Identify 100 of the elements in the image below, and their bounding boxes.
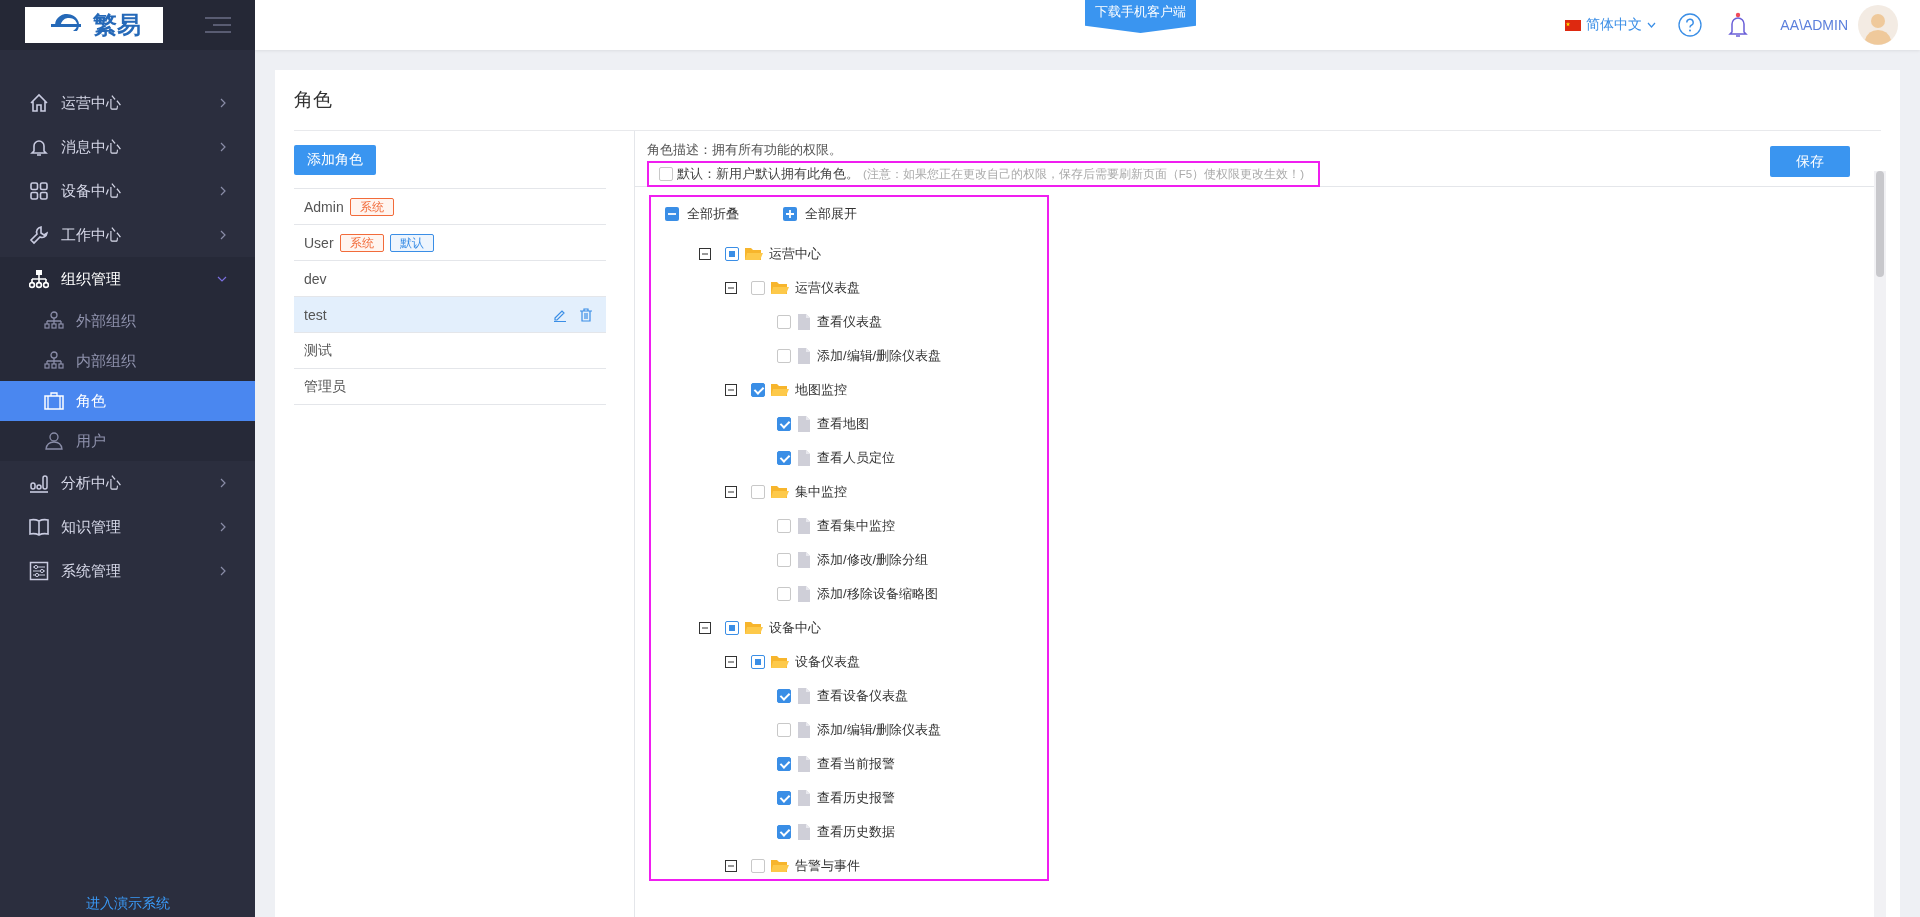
collapse-toggle-icon[interactable] <box>725 282 737 294</box>
tree-node-label[interactable]: 设备中心 <box>769 619 821 637</box>
checkbox[interactable] <box>777 723 791 737</box>
checkbox[interactable] <box>725 621 739 635</box>
tree-node[interactable]: 查看设备仪表盘 <box>651 679 1047 713</box>
folder-icon <box>771 280 789 296</box>
checkbox[interactable] <box>751 485 765 499</box>
checkbox[interactable] <box>777 417 791 431</box>
tree-node-label[interactable]: 集中监控 <box>795 483 847 501</box>
tree-node[interactable]: 设备中心 <box>651 611 1047 645</box>
tree-node-label[interactable]: 查看历史数据 <box>817 823 895 841</box>
tree-node[interactable]: 查看地图 <box>651 407 1047 441</box>
tree-node-label[interactable]: 查看人员定位 <box>817 449 895 467</box>
collapse-all-button[interactable]: 全部折叠 <box>665 206 739 222</box>
tree-node[interactable]: 查看历史数据 <box>651 815 1047 849</box>
scrollbar[interactable] <box>1874 171 1886 917</box>
tree-node[interactable]: 查看仪表盘 <box>651 305 1047 339</box>
checkbox[interactable] <box>751 655 765 669</box>
tree-node-label[interactable]: 添加/修改/删除分组 <box>817 551 929 569</box>
collapse-toggle-icon[interactable] <box>725 860 737 872</box>
submenu-item[interactable]: 用户 <box>0 421 255 461</box>
tree-node-label[interactable]: 添加/移除设备缩略图 <box>817 585 938 603</box>
role-description: 角色描述：拥有所有功能的权限。 <box>647 141 843 159</box>
tree-node[interactable]: 设备仪表盘 <box>651 645 1047 679</box>
checkbox[interactable] <box>777 451 791 465</box>
tree-node-label[interactable]: 查看当前报警 <box>817 755 895 773</box>
checkbox[interactable] <box>659 167 673 181</box>
tree-node-label[interactable]: 查看历史报警 <box>817 789 895 807</box>
tree-node[interactable]: 查看集中监控 <box>651 509 1047 543</box>
tree-node[interactable]: 地图监控 <box>651 373 1047 407</box>
demo-link[interactable]: 进入演示系统 <box>0 895 255 917</box>
tree-node-label[interactable]: 地图监控 <box>795 381 847 399</box>
role-row[interactable]: 测试 <box>294 332 606 368</box>
tree-node[interactable]: 运营中心 <box>651 237 1047 271</box>
checkbox[interactable] <box>777 315 791 329</box>
checkbox[interactable] <box>777 519 791 533</box>
tree-node-label[interactable]: 添加/编辑/删除仪表盘 <box>817 347 942 365</box>
role-row[interactable]: Admin 系统 <box>294 188 606 224</box>
nav-item[interactable]: 组织管理 <box>0 257 255 301</box>
sliders-icon <box>29 561 49 581</box>
bell-icon[interactable] <box>1728 12 1749 38</box>
checkbox[interactable] <box>725 247 739 261</box>
checkbox[interactable] <box>777 689 791 703</box>
nav-item[interactable]: 设备中心 <box>0 169 255 213</box>
tree-node[interactable]: 查看当前报警 <box>651 747 1047 781</box>
nav-item[interactable]: 分析中心 <box>0 461 255 505</box>
menu-icon[interactable] <box>205 16 231 34</box>
tree-node[interactable]: 添加/修改/删除分组 <box>651 543 1047 577</box>
checkbox[interactable] <box>777 825 791 839</box>
nav-item[interactable]: 系统管理 <box>0 549 255 593</box>
tree-node[interactable]: 添加/移除设备缩略图 <box>651 577 1047 611</box>
language-dropdown[interactable]: 简体中文 <box>1565 16 1657 34</box>
tree-node-label[interactable]: 查看设备仪表盘 <box>817 687 908 705</box>
tree-node[interactable]: 集中监控 <box>651 475 1047 509</box>
tree-node[interactable]: 运营仪表盘 <box>651 271 1047 305</box>
tree-node-label[interactable]: 运营中心 <box>769 245 821 263</box>
default-checkbox-label[interactable]: 默认：新用户默认拥有此角色。 <box>677 165 859 183</box>
tree-node-label[interactable]: 查看地图 <box>817 415 869 433</box>
collapse-toggle-icon[interactable] <box>725 656 737 668</box>
scrollbar-thumb[interactable] <box>1876 171 1884 277</box>
role-row[interactable]: User 系统 默认 <box>294 224 606 260</box>
submenu-item[interactable]: 内部组织 <box>0 341 255 381</box>
nav-item[interactable]: 知识管理 <box>0 505 255 549</box>
tree-node-label[interactable]: 设备仪表盘 <box>795 653 860 671</box>
collapse-toggle-icon[interactable] <box>725 486 737 498</box>
tree-node-label[interactable]: 查看集中监控 <box>817 517 895 535</box>
tree-node-label[interactable]: 告警与事件 <box>795 857 860 875</box>
role-row[interactable]: test <box>294 296 606 332</box>
collapse-toggle-icon[interactable] <box>699 622 711 634</box>
checkbox[interactable] <box>751 859 765 873</box>
tree-node-label[interactable]: 添加/编辑/删除仪表盘 <box>817 721 942 739</box>
nav-item[interactable]: 工作中心 <box>0 213 255 257</box>
nav-item[interactable]: 运营中心 <box>0 81 255 125</box>
tree-node[interactable]: 添加/编辑/删除仪表盘 <box>651 713 1047 747</box>
checkbox[interactable] <box>777 553 791 567</box>
file-icon <box>797 416 811 432</box>
tree-node-label[interactable]: 运营仪表盘 <box>795 279 860 297</box>
nav-item[interactable]: 消息中心 <box>0 125 255 169</box>
checkbox[interactable] <box>777 587 791 601</box>
role-tag: 默认 <box>389 233 434 252</box>
tree-node[interactable]: 查看历史报警 <box>651 781 1047 815</box>
checkbox[interactable] <box>751 383 765 397</box>
trash-icon[interactable] <box>579 307 593 322</box>
tree-node[interactable]: 告警与事件 <box>651 849 1047 879</box>
user-name[interactable]: AA\ADMIN <box>1780 17 1848 33</box>
role-row[interactable]: 管理员 <box>294 368 606 405</box>
help-icon[interactable] <box>1678 13 1703 37</box>
book-icon <box>29 517 49 537</box>
collapse-toggle-icon[interactable] <box>725 384 737 396</box>
tree-node[interactable]: 添加/编辑/删除仪表盘 <box>651 339 1047 373</box>
checkbox[interactable] <box>777 757 791 771</box>
submenu-item[interactable]: 外部组织 <box>0 301 255 341</box>
checkbox[interactable] <box>777 349 791 363</box>
expand-all-button[interactable]: 全部展开 <box>783 206 857 222</box>
tree-node[interactable]: 查看人员定位 <box>651 441 1047 475</box>
checkbox[interactable] <box>777 791 791 805</box>
checkbox[interactable] <box>751 281 765 295</box>
collapse-toggle-icon[interactable] <box>699 248 711 260</box>
tree-node-label[interactable]: 查看仪表盘 <box>817 313 882 331</box>
permission-note: (注意：如果您正在更改自己的权限，保存后需要刷新页面（F5）使权限更改生效！) <box>863 166 1305 182</box>
